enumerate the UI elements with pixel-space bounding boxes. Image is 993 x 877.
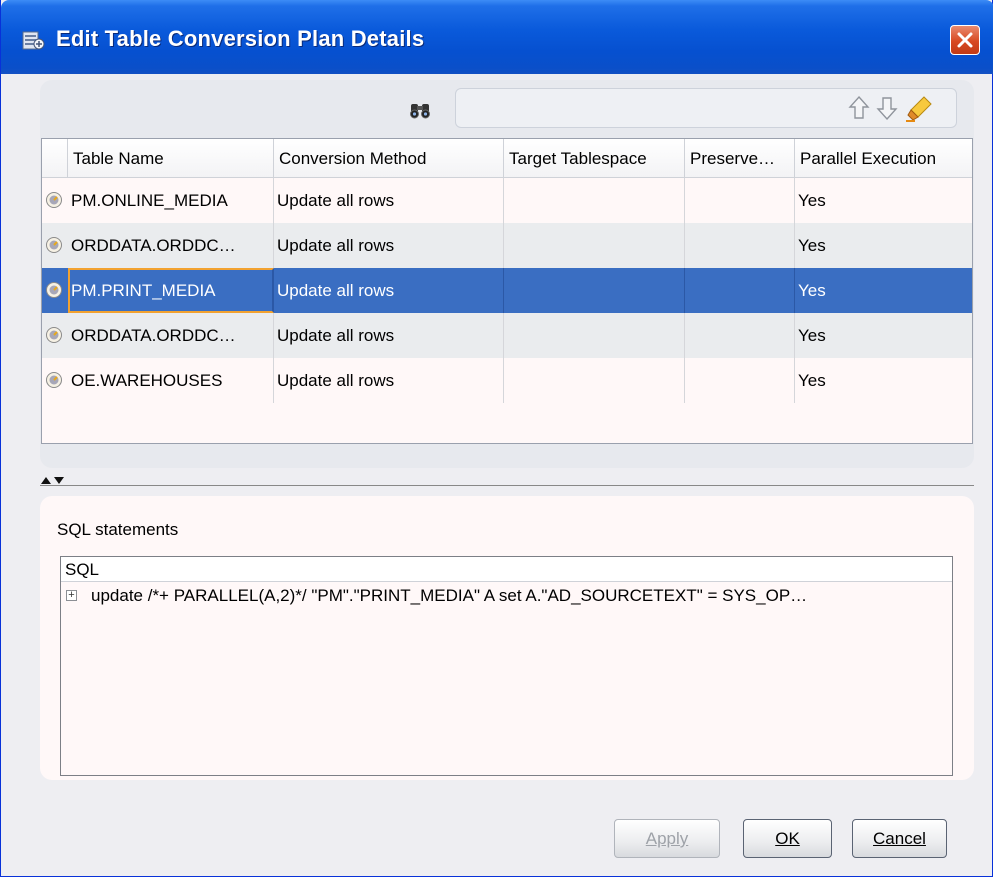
- splitter-line: [40, 485, 974, 486]
- cell-table-name[interactable]: PM.ONLINE_MEDIA: [68, 178, 274, 223]
- dialog-window: Edit Table Conversion Plan Details Table…: [0, 0, 993, 877]
- window-title: Edit Table Conversion Plan Details: [56, 26, 425, 51]
- table-row[interactable]: PM.ONLINE_MEDIA Update all rows Yes: [42, 178, 972, 223]
- table-row[interactable]: OE.WAREHOUSES Update all rows Yes: [42, 358, 972, 403]
- header-conversion-method[interactable]: Conversion Method: [274, 139, 504, 177]
- arrow-up-icon[interactable]: [848, 95, 870, 126]
- table-status-icon: [45, 326, 63, 349]
- cell-parallel-execution[interactable]: Yes: [795, 223, 972, 268]
- sql-tree-table: SQL + update /*+ PARALLEL(A,2)*/ "PM"."P…: [60, 556, 953, 776]
- table-row-selected[interactable]: PM.PRINT_MEDIA Update all rows Yes: [42, 268, 972, 313]
- cancel-button[interactable]: Cancel: [852, 819, 947, 858]
- cell-target-tablespace[interactable]: [504, 178, 685, 223]
- header-target-tablespace[interactable]: Target Tablespace: [504, 139, 685, 177]
- cell-table-name[interactable]: PM.PRINT_MEDIA: [68, 268, 274, 313]
- cell-conversion-method[interactable]: Update all rows: [274, 223, 504, 268]
- table-toolbar: [40, 80, 974, 138]
- splitter-handle[interactable]: [40, 474, 974, 488]
- conversion-table: Table Name Conversion Method Target Tabl…: [41, 138, 973, 444]
- cancel-button-label: Cancel: [873, 829, 926, 848]
- app-icon: [22, 30, 46, 52]
- binoculars-icon[interactable]: [409, 101, 431, 124]
- table-status-icon: [45, 236, 63, 259]
- sql-statement-row[interactable]: + update /*+ PARALLEL(A,2)*/ "PM"."PRINT…: [61, 583, 952, 609]
- ok-button-label: OK: [775, 829, 800, 848]
- table-row[interactable]: ORDDATA.ORDDC… Update all rows Yes: [42, 223, 972, 268]
- title-bar[interactable]: Edit Table Conversion Plan Details: [1, 0, 993, 74]
- sql-statements-panel: SQL statements SQL + update /*+ PARALLEL…: [40, 496, 974, 780]
- table-row[interactable]: ORDDATA.ORDDC… Update all rows Yes: [42, 313, 972, 358]
- cell-target-tablespace[interactable]: [504, 358, 685, 403]
- cell-target-tablespace[interactable]: [504, 223, 685, 268]
- cell-preserve[interactable]: [685, 178, 795, 223]
- sql-statements-label: SQL statements: [57, 520, 179, 539]
- close-button[interactable]: [950, 25, 980, 55]
- cell-table-name[interactable]: OE.WAREHOUSES: [68, 358, 274, 403]
- search-input[interactable]: [455, 88, 957, 128]
- close-icon: [957, 32, 973, 48]
- sql-statement-text[interactable]: update /*+ PARALLEL(A,2)*/ "PM"."PRINT_M…: [91, 583, 807, 609]
- cell-parallel-execution[interactable]: Yes: [795, 178, 972, 223]
- apply-button[interactable]: Apply: [614, 819, 720, 858]
- cell-parallel-execution[interactable]: Yes: [795, 313, 972, 358]
- cell-preserve[interactable]: [685, 223, 795, 268]
- header-icon-column: [42, 139, 68, 177]
- cell-table-name[interactable]: ORDDATA.ORDDC…: [68, 223, 274, 268]
- ok-button[interactable]: OK: [743, 819, 832, 858]
- cell-preserve[interactable]: [685, 313, 795, 358]
- cell-conversion-method[interactable]: Update all rows: [274, 268, 504, 313]
- cell-conversion-method[interactable]: Update all rows: [274, 178, 504, 223]
- table-status-icon: [45, 281, 63, 304]
- cell-parallel-execution[interactable]: Yes: [795, 268, 972, 313]
- conversion-plan-panel: Table Name Conversion Method Target Tabl…: [40, 80, 974, 468]
- highlighter-icon[interactable]: [905, 94, 935, 127]
- cell-preserve[interactable]: [685, 358, 795, 403]
- header-table-name[interactable]: Table Name: [68, 139, 274, 177]
- table-status-icon: [45, 371, 63, 394]
- cell-preserve[interactable]: [685, 268, 795, 313]
- cell-target-tablespace[interactable]: [504, 268, 685, 313]
- header-parallel-execution[interactable]: Parallel Execution: [795, 139, 972, 177]
- apply-button-label: Apply: [645, 829, 689, 848]
- expand-plus-icon[interactable]: +: [66, 590, 77, 601]
- cell-conversion-method[interactable]: Update all rows: [274, 358, 504, 403]
- table-status-icon: [45, 191, 63, 214]
- sql-column-header[interactable]: SQL: [61, 557, 952, 582]
- cell-parallel-execution[interactable]: Yes: [795, 358, 972, 403]
- header-preserve[interactable]: Preserve…: [685, 139, 795, 177]
- cell-conversion-method[interactable]: Update all rows: [274, 313, 504, 358]
- arrow-down-icon[interactable]: [876, 95, 898, 126]
- collapse-arrows-icon[interactable]: [40, 475, 70, 485]
- cell-table-name[interactable]: ORDDATA.ORDDC…: [68, 313, 274, 358]
- cell-target-tablespace[interactable]: [504, 313, 685, 358]
- table-header: Table Name Conversion Method Target Tabl…: [42, 139, 972, 178]
